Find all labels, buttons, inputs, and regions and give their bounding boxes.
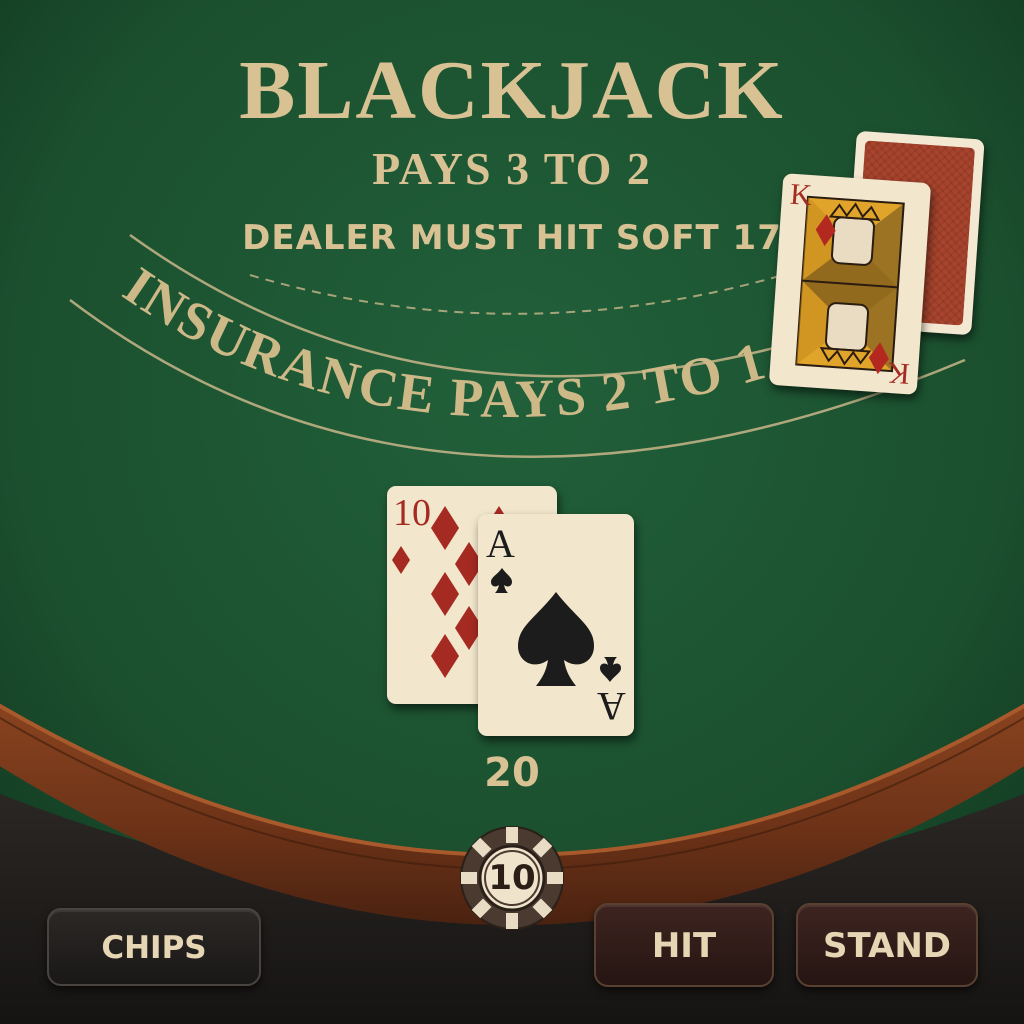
- player-card-rank: 10: [393, 492, 431, 534]
- table-title: BLACKJACK: [239, 44, 785, 137]
- chips-button[interactable]: CHIPS: [47, 908, 261, 986]
- bet-chip[interactable]: 10: [459, 825, 565, 931]
- player-card-rank: A: [486, 521, 515, 566]
- blackjack-table: INSURANCE PAYS 2 TO 1 BLACKJACK PAYS 3 T…: [0, 0, 1024, 1024]
- dealer-card-rank-bottom: K: [887, 355, 912, 391]
- player-card-ace-of-spades: A A: [478, 514, 634, 736]
- stand-button[interactable]: STAND: [796, 903, 978, 987]
- player-card-rank-bottom: A: [597, 684, 626, 729]
- player-hand-total: 20: [484, 750, 540, 796]
- dealer-card-rank: K: [788, 177, 813, 213]
- chip-value: 10: [488, 858, 536, 898]
- dealer-up-card: K K: [768, 173, 932, 395]
- hit-button[interactable]: HIT: [594, 903, 774, 987]
